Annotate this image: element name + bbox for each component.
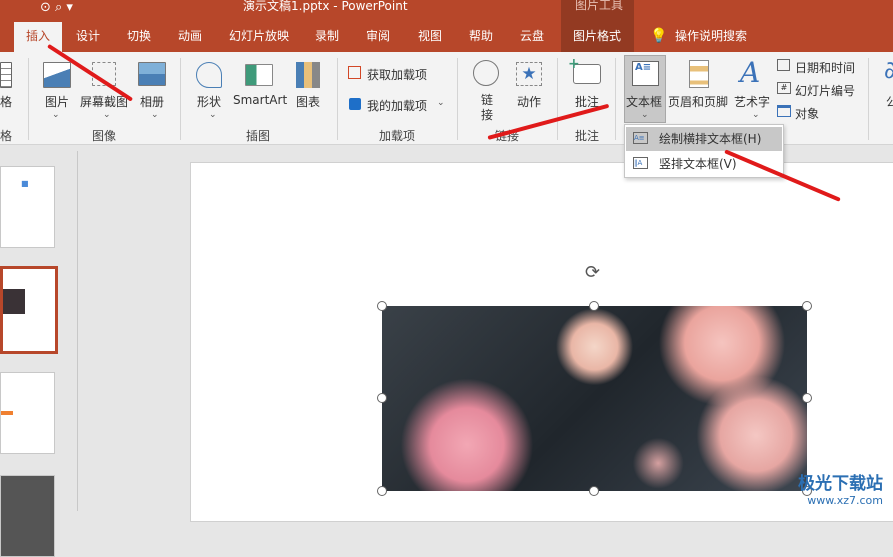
vertical-textbox-icon: ‖A [633,157,648,169]
slide-thumbnail-3[interactable] [0,372,55,454]
equation-icon[interactable]: ∂ [884,56,893,84]
horizontal-textbox-icon: A≡ [633,132,648,144]
menu-item-horizontal-textbox[interactable]: A≡ 绘制横排文本框(H) [626,127,782,151]
resize-handle[interactable] [589,486,599,496]
chart-button[interactable]: 图表 [296,93,320,110]
rotate-handle-icon[interactable]: ⟳ [585,262,600,283]
slide-thumbnail-1[interactable]: ■ [0,166,55,248]
wordart-button[interactable]: 艺术字 [734,93,770,110]
chevron-down-icon[interactable]: ⌄ [151,110,159,120]
context-tab-label: 图片工具 [575,0,624,12]
tab-review[interactable]: 审阅 [366,27,390,52]
textbox-dropdown-menu: A≡ 绘制横排文本框(H) ‖A 竖排文本框(V) [624,124,784,178]
plus-icon: + [568,56,580,72]
album-icon[interactable] [138,62,166,86]
header-footer-icon[interactable] [689,60,709,88]
shapes-icon[interactable] [196,62,222,88]
tab-record[interactable]: 录制 [315,27,339,52]
calendar-clock-icon [777,59,790,71]
window-title: 演示文稿1.pptx - PowerPoint [243,0,408,13]
action-button[interactable]: 动作 [517,93,541,110]
resize-handle[interactable] [377,393,387,403]
group-addins-label: 加载项 [379,129,416,143]
resize-handle[interactable] [377,301,387,311]
slide-number-button[interactable]: 幻灯片编号 [795,82,855,99]
tab-cloud[interactable]: 云盘 [520,27,544,52]
picture-icon[interactable] [43,62,71,88]
textbox-icon: A≡ [632,61,659,86]
smartart-icon[interactable] [245,64,273,86]
slide-thumbnail-2-selected[interactable] [0,266,58,354]
group-comments-label: 批注 [575,129,600,143]
chevron-down-icon[interactable]: ⌄ [437,98,445,108]
slide-thumbnail-4[interactable] [0,475,55,557]
table-button[interactable]: 格 [0,93,12,110]
quick-access-icons[interactable]: ⊙ ⌕ ▾ [40,0,73,15]
get-addins-button[interactable]: 获取加载项 [367,66,427,83]
resize-handle[interactable] [589,301,599,311]
tab-transitions[interactable]: 切换 [127,27,151,52]
table-icon[interactable] [0,62,12,88]
my-addins-icon [349,98,361,110]
my-addins-button[interactable]: 我的加载项 [367,97,427,114]
header-footer-button[interactable]: 页眉和页脚 [668,93,728,110]
chevron-down-icon[interactable]: ⌄ [752,110,760,120]
album-button[interactable]: 相册 [140,93,164,110]
shapes-button[interactable]: 形状 [197,93,221,110]
equation-button[interactable]: 公 [886,93,893,110]
group-illustrations-label: 插图 [246,129,271,143]
chart-icon[interactable] [296,62,320,88]
link-icon[interactable] [473,60,499,86]
action-star-icon[interactable]: ★ [516,62,542,86]
chevron-down-icon[interactable]: ⌄ [209,110,217,120]
object-button[interactable]: 对象 [795,105,819,122]
group-images-label: 图像 [92,129,117,143]
object-icon [777,105,791,117]
smartart-button[interactable]: SmartArt [233,93,287,107]
textbox-label: 文本框 [626,95,663,109]
tab-help[interactable]: 帮助 [469,27,493,52]
tell-me-search[interactable]: 操作说明搜索 [675,27,747,52]
slide-number-icon: # [777,82,791,94]
group-table-label: 格 [0,129,13,143]
resize-handle[interactable] [377,486,387,496]
selected-rose-picture[interactable] [382,306,807,491]
tab-view[interactable]: 视图 [418,27,442,52]
chevron-down-icon[interactable]: ⌄ [52,110,60,120]
tab-picture-format[interactable]: 图片格式 [573,27,621,52]
tab-slideshow[interactable]: 幻灯片放映 [229,27,289,52]
link-button[interactable]: 链 接 [480,93,494,123]
resize-handle[interactable] [802,393,812,403]
chevron-down-icon[interactable]: ⌄ [103,110,111,120]
watermark-logo: 极光下载站 www.xz7.com [798,474,883,507]
picture-button[interactable]: 图片 [45,93,69,110]
wordart-icon[interactable]: A [740,56,760,89]
resize-handle[interactable] [802,301,812,311]
tab-animations[interactable]: 动画 [178,27,202,52]
datetime-button[interactable]: 日期和时间 [795,59,855,76]
chevron-down-icon[interactable]: ⌄ [641,110,649,120]
store-icon [348,66,361,79]
lightbulb-icon: 💡 [650,28,668,44]
tab-design[interactable]: 设计 [76,27,100,52]
